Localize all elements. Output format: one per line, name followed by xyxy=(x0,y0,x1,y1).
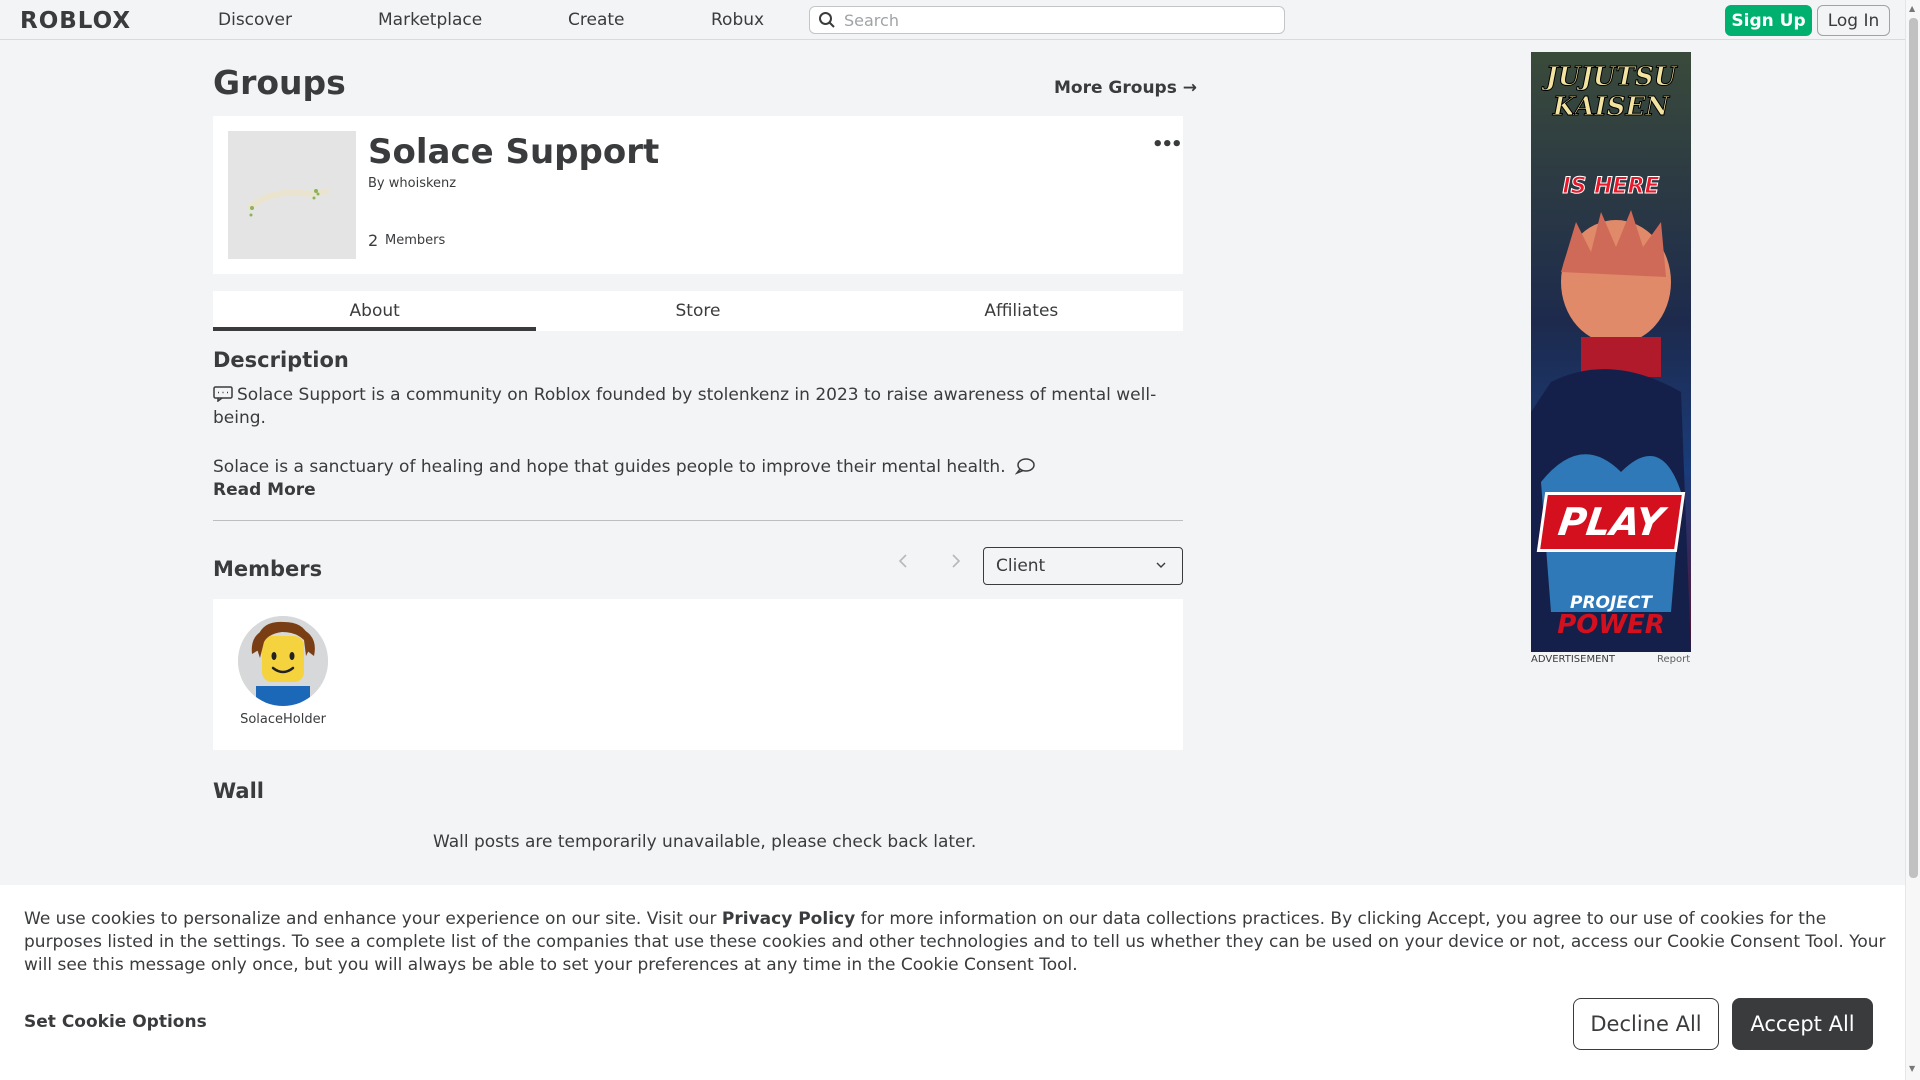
group-owner-line: By whoiskenz xyxy=(368,176,456,191)
group-emblem xyxy=(228,131,356,259)
accept-all-button[interactable]: Accept All xyxy=(1732,998,1873,1050)
roblox-logo[interactable]: ROBLOX xyxy=(20,8,131,34)
ad-brand-2: POWER xyxy=(1557,610,1665,640)
ad-label: ADVERTISEMENT xyxy=(1531,654,1616,665)
tab-affiliates[interactable]: Affiliates xyxy=(860,291,1183,331)
signup-button[interactable]: Sign Up xyxy=(1725,5,1812,36)
ad-headline-2: KAISEN xyxy=(1552,92,1670,123)
chevron-down-icon xyxy=(1156,562,1166,568)
nav-marketplace[interactable]: Marketplace xyxy=(378,10,482,30)
wall-unavailable-message: Wall posts are temporarily unavailable, … xyxy=(433,832,977,852)
avatar[interactable] xyxy=(238,616,328,706)
chat-bubble-icon xyxy=(1014,458,1035,475)
members-heading: Members xyxy=(213,557,323,581)
cookie-text-before: We use cookies to personalize and enhanc… xyxy=(24,909,717,929)
group-name: Solace Support xyxy=(368,132,660,172)
ad-headline-3: IS HERE xyxy=(1562,174,1660,200)
page-scrollbar[interactable]: ▲ ▼ xyxy=(1905,0,1920,1080)
member-name[interactable]: SolaceHolder xyxy=(233,712,333,727)
speech-bubble-icon xyxy=(213,386,233,403)
role-dropdown[interactable]: Client xyxy=(983,547,1183,585)
owner-link[interactable]: whoiskenz xyxy=(389,176,456,191)
nav-discover[interactable]: Discover xyxy=(218,10,292,30)
member-item[interactable]: SolaceHolder xyxy=(233,616,333,727)
login-button[interactable]: Log In xyxy=(1817,5,1890,36)
read-more-link[interactable]: Read More xyxy=(213,480,316,500)
privacy-policy-link[interactable]: Privacy Policy xyxy=(722,909,855,929)
members-count: 2 xyxy=(368,231,379,250)
cookie-message: We use cookies to personalize and enhanc… xyxy=(24,908,1890,977)
nav-create[interactable]: Create xyxy=(568,10,625,30)
decline-all-button[interactable]: Decline All xyxy=(1573,998,1719,1050)
ad-report-link[interactable]: Report xyxy=(1657,654,1690,665)
nav-robux[interactable]: Robux xyxy=(711,10,764,30)
description-paragraph-2: Solace is a sanctuary of healing and hop… xyxy=(213,456,1173,479)
search-input[interactable] xyxy=(844,10,1264,30)
scroll-up-icon[interactable]: ▲ xyxy=(1909,4,1915,13)
search-icon xyxy=(819,12,835,28)
scroll-down-icon[interactable]: ▼ xyxy=(1909,1064,1915,1073)
previous-page-icon[interactable] xyxy=(897,553,909,574)
more-groups-link[interactable]: More Groups → xyxy=(1054,78,1197,98)
search-box[interactable] xyxy=(809,6,1285,34)
description-paragraph-1: Solace Support is a community on Roblox … xyxy=(213,384,1173,430)
scroll-thumb[interactable] xyxy=(1909,18,1918,878)
members-count-label: Members xyxy=(385,233,446,248)
description-text-2: Solace is a sanctuary of healing and hop… xyxy=(213,457,1006,477)
wall-heading: Wall xyxy=(213,779,264,803)
ad-headline-1: JUJUTSU xyxy=(1545,62,1677,93)
role-dropdown-value: Client xyxy=(996,556,1046,576)
advertisement-banner[interactable]: JUJUTSU KAISEN IS HERE PLAY PROJECT POWE… xyxy=(1531,52,1691,652)
ad-play-button[interactable]: PLAY xyxy=(1536,492,1686,552)
next-page-icon[interactable] xyxy=(950,553,962,574)
top-navbar: ROBLOX Discover Marketplace Create Robux… xyxy=(0,0,1905,40)
tab-store[interactable]: Store xyxy=(536,291,859,331)
page-title: Groups xyxy=(213,63,346,102)
description-text-1: Solace Support is a community on Roblox … xyxy=(213,385,1157,428)
cookie-banner: We use cookies to personalize and enhanc… xyxy=(0,885,1905,1080)
by-prefix: By xyxy=(368,176,385,191)
description-heading: Description xyxy=(213,348,349,372)
group-tabs: About Store Affiliates xyxy=(213,291,1183,331)
tab-about[interactable]: About xyxy=(213,291,537,331)
section-divider xyxy=(213,520,1183,521)
more-options-icon[interactable]: ••• xyxy=(1152,134,1182,155)
group-header-card: Solace Support By whoiskenz 2 Members ••… xyxy=(213,116,1183,274)
set-cookie-options-link[interactable]: Set Cookie Options xyxy=(24,1012,207,1032)
members-list: SolaceHolder xyxy=(213,599,1183,750)
